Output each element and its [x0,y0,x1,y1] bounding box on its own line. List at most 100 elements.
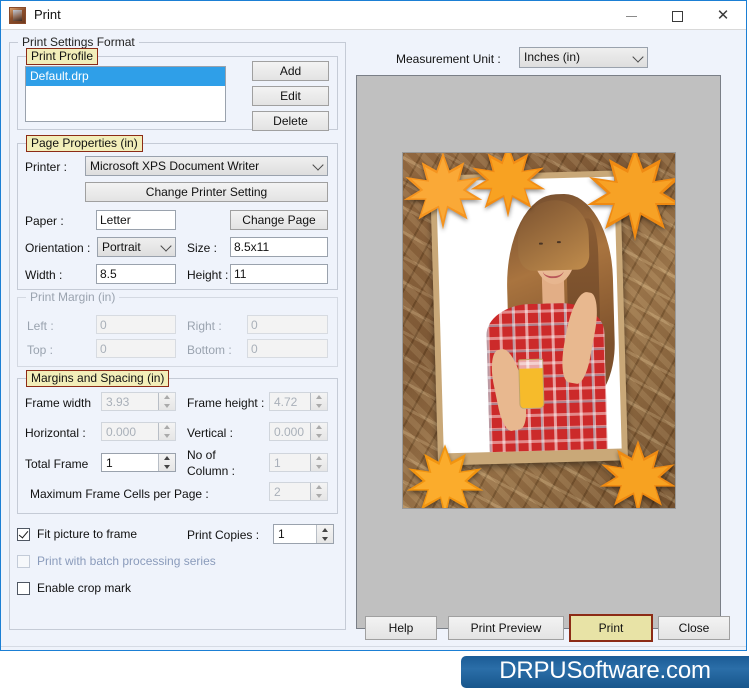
stepper-buttons[interactable] [310,423,327,440]
no-of-column-stepper[interactable]: 1 [269,453,328,472]
enable-crop-mark-checkbox[interactable]: Enable crop mark [17,581,131,595]
horizontal-stepper[interactable]: 0.000 [101,422,176,441]
frame-height-label: Frame height : [187,396,265,410]
stepper-buttons[interactable] [310,454,327,471]
orientation-select-value: Portrait [102,240,141,254]
orientation-select[interactable]: Portrait [97,237,176,257]
size-label: Size : [187,241,218,255]
add-button[interactable]: Add [252,61,329,81]
stepper-up-icon[interactable] [311,423,327,432]
print-with-batch-processing-label: Print with batch processing series [37,554,216,568]
frame-width-value: 3.93 [106,395,130,409]
checkbox-box [17,554,30,568]
print-preview-image[interactable] [402,152,676,509]
change-page-button[interactable]: Change Page [230,210,328,230]
enable-crop-mark-label: Enable crop mark [37,581,132,595]
list-item[interactable]: Default.drp [26,67,225,86]
no-of-column-label-line1: No of [187,448,216,462]
delete-button[interactable]: Delete [252,111,329,131]
stepper-up-icon[interactable] [159,454,175,463]
measurement-unit-label: Measurement Unit : [396,52,501,66]
watermark-text: DRPUSoftware.com [499,657,711,684]
print-margin-caption: Print Margin (in) [26,290,120,304]
horizontal-label: Horizontal : [25,426,86,440]
drpu-watermark: DRPUSoftware.com [461,656,749,688]
chevron-down-icon [632,50,644,63]
paper-field[interactable]: Letter [96,210,176,230]
stepper-up-icon[interactable] [311,393,327,402]
vertical-label: Vertical : [187,426,234,440]
print-copies-stepper[interactable]: 1 [273,524,334,544]
dialog-client-area: Print Settings Format Print Profile Defa… [1,30,746,650]
frame-height-stepper[interactable]: 4.72 [269,392,328,411]
printer-select-value: Microsoft XPS Document Writer [90,159,260,173]
close-button[interactable]: Close [658,616,730,640]
stepper-up-icon[interactable] [311,454,327,463]
page-properties-caption: Page Properties (in) [26,135,143,152]
fit-picture-to-frame-checkbox[interactable]: Fit picture to frame [17,527,137,541]
margin-left-field[interactable]: 0 [96,315,176,334]
frame-width-stepper[interactable]: 3.93 [101,392,176,411]
maximize-icon[interactable] [654,1,700,30]
printer-select[interactable]: Microsoft XPS Document Writer [85,156,328,176]
margins-and-spacing-caption: Margins and Spacing (in) [26,370,170,387]
stepper-down-icon[interactable] [317,534,333,543]
margin-top-label: Top : [27,343,54,357]
print-settings-format-caption: Print Settings Format [18,35,139,49]
stepper-up-icon[interactable] [311,483,327,492]
close-icon[interactable]: ✕ [700,1,746,30]
orientation-label: Orientation : [25,241,91,255]
stepper-up-icon[interactable] [159,393,175,402]
stepper-up-icon[interactable] [317,525,333,534]
stepper-buttons[interactable] [158,454,175,471]
stepper-down-icon[interactable] [159,402,175,411]
vertical-stepper[interactable]: 0.000 [269,422,328,441]
total-frame-stepper[interactable]: 1 [101,453,176,472]
stepper-down-icon[interactable] [311,402,327,411]
print-button[interactable]: Print [569,614,653,642]
measurement-unit-select[interactable]: Inches (in) [519,47,648,68]
no-of-column-value: 1 [274,456,281,470]
width-field[interactable]: 8.5 [96,264,176,284]
horizontal-value: 0.000 [106,425,137,439]
stepper-down-icon[interactable] [311,463,327,472]
chevron-down-icon [160,240,172,252]
print-with-batch-processing-checkbox[interactable]: Print with batch processing series [17,554,216,568]
width-label: Width : [25,268,63,282]
maximum-frame-cells-stepper[interactable]: 2 [269,482,328,501]
stepper-down-icon[interactable] [311,432,327,441]
stepper-down-icon[interactable] [159,432,175,441]
stepper-buttons[interactable] [158,393,175,410]
checkbox-box [17,581,30,595]
stepper-buttons[interactable] [316,525,333,543]
chevron-down-icon [312,159,324,171]
preview-panel [356,75,721,629]
margin-top-field[interactable]: 0 [96,339,176,358]
edit-button[interactable]: Edit [252,86,329,106]
change-printer-setting-button[interactable]: Change Printer Setting [85,182,328,202]
stepper-buttons[interactable] [310,483,327,500]
print-preview-button[interactable]: Print Preview [448,616,564,640]
height-label: Height : [187,268,229,282]
stepper-up-icon[interactable] [159,423,175,432]
height-field[interactable]: 11 [230,264,328,284]
print-dialog-window: Print ✕ Print Settings Format Print Prof… [0,0,747,651]
margin-bottom-field[interactable]: 0 [247,339,328,358]
margin-left-label: Left : [27,319,54,333]
margin-bottom-label: Bottom : [187,343,232,357]
print-profile-list[interactable]: Default.drp [25,66,226,122]
margin-right-label: Right : [187,319,222,333]
no-of-column-label-line2: Column : [187,464,236,478]
maximum-frame-cells-label: Maximum Frame Cells per Page : [30,487,209,501]
stepper-buttons[interactable] [310,393,327,410]
margin-right-field[interactable]: 0 [247,315,328,334]
minimize-icon[interactable] [608,1,654,30]
size-field[interactable]: 8.5x11 [230,237,328,257]
stepper-down-icon[interactable] [311,492,327,501]
stepper-down-icon[interactable] [159,463,175,472]
stepper-buttons[interactable] [158,423,175,440]
title-bar: Print ✕ [1,1,746,30]
photo-frame-icon [9,7,26,24]
help-button[interactable]: Help [365,616,437,640]
maximum-frame-cells-value: 2 [274,485,281,499]
